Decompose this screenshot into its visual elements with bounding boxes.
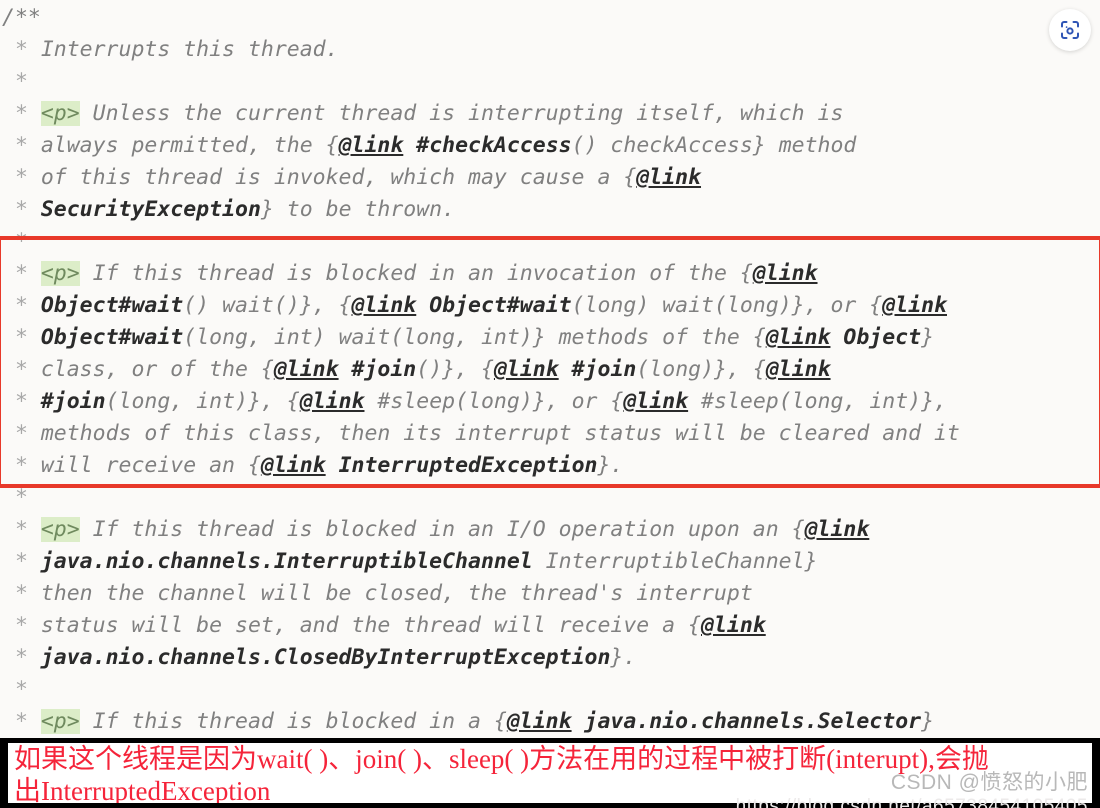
- code-line: * always permitted, the {@link #checkAcc…: [2, 133, 857, 158]
- code-line: * of this thread is invoked, which may c…: [2, 165, 702, 190]
- code-line: * <p> If this thread is blocked in a {@l…: [2, 709, 935, 734]
- javadoc-link-tag[interactable]: @link: [300, 389, 365, 414]
- javadoc-link-tag[interactable]: @link: [274, 357, 339, 382]
- javadoc-link-tag[interactable]: @link: [507, 709, 572, 734]
- scan-focus-icon: [1058, 18, 1082, 42]
- code-comment-viewer[interactable]: /** * Interrupts this thread. * * <p> Un…: [0, 0, 1100, 738]
- code-line: * java.nio.channels.ClosedByInterruptExc…: [2, 645, 637, 670]
- code-line: * SecurityException} to be thrown.: [2, 197, 456, 222]
- html-p-tag: <p>: [40, 101, 80, 126]
- code-line: *: [2, 485, 28, 510]
- html-p-tag: <p>: [40, 261, 80, 286]
- javadoc-link-tag[interactable]: @link: [261, 453, 326, 478]
- code-line: * <p> If this thread is blocked in an in…: [2, 261, 818, 286]
- code-line: *: [2, 677, 28, 702]
- code-line: * then the channel will be closed, the t…: [2, 581, 753, 606]
- code-line: * <p> Unless the current thread is inter…: [2, 101, 844, 126]
- javadoc-link-tag[interactable]: @link: [494, 357, 559, 382]
- code-line: *: [2, 229, 28, 254]
- javadoc-link-tag[interactable]: @link: [701, 613, 766, 638]
- code-line: *: [2, 69, 28, 94]
- html-p-tag: <p>: [40, 709, 80, 734]
- html-p-tag: <p>: [40, 517, 80, 542]
- screenshot-root: /** * Interrupts this thread. * * <p> Un…: [0, 0, 1100, 808]
- code-line: /**: [2, 5, 41, 30]
- code-line: * Object#wait() wait()}, {@link Object#w…: [2, 293, 947, 318]
- javadoc-link-tag[interactable]: @link: [352, 293, 417, 318]
- javadoc-link-tag[interactable]: @link: [753, 261, 818, 286]
- code-line: * will receive an {@link InterruptedExce…: [2, 453, 624, 478]
- code-line: * <p> If this thread is blocked in an I/…: [2, 517, 870, 542]
- javadoc-link-tag[interactable]: @link: [339, 133, 404, 158]
- code-line: * status will be set, and the thread wil…: [2, 613, 766, 638]
- code-line: * methods of this class, then its interr…: [2, 421, 960, 446]
- javadoc-link-tag[interactable]: @link: [766, 325, 831, 350]
- code-line: * Interrupts this thread.: [2, 37, 339, 62]
- code-line: * java.nio.channels.InterruptibleChannel…: [2, 549, 818, 574]
- csdn-watermark: CSDN @愤怒的小肥: [890, 771, 1088, 794]
- javadoc-link-tag[interactable]: @link: [636, 165, 701, 190]
- code-line: * #join(long, int)}, {@link #sleep(long)…: [2, 389, 947, 414]
- javadoc-link-tag[interactable]: @link: [623, 389, 688, 414]
- scan-focus-button[interactable]: [1049, 9, 1091, 51]
- javadoc-link-tag[interactable]: @link: [805, 517, 870, 542]
- javadoc-link-tag[interactable]: @link: [766, 357, 831, 382]
- javadoc-link-tag[interactable]: @link: [882, 293, 947, 318]
- csdn-watermark-url: https://blog.csdn.net/a65738454105405: [735, 796, 1088, 808]
- code-line: * class, or of the {@link #join()}, {@li…: [2, 357, 831, 382]
- code-line: * Object#wait(long, int) wait(long, int)…: [2, 325, 935, 350]
